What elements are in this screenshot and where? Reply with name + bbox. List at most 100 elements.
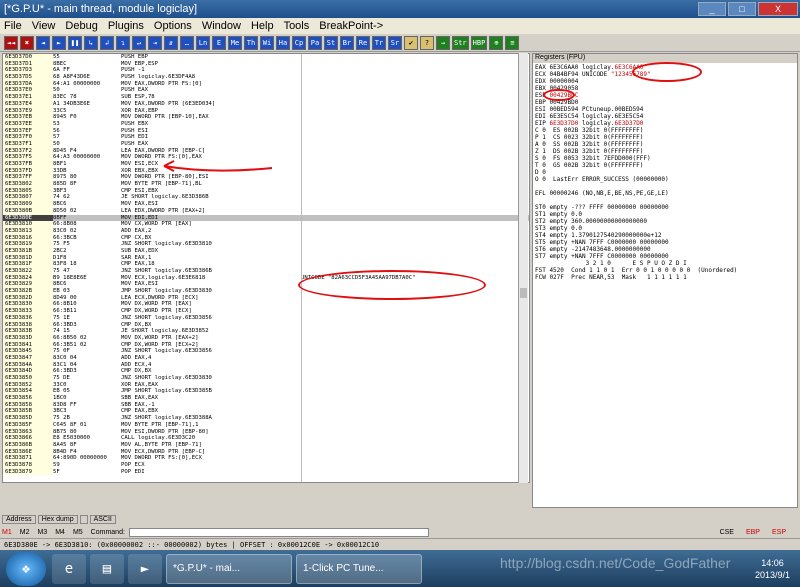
disasm-row[interactable]: 6E3D3830 66:8B10 MOV DX,WORD PTR [EAX] — [3, 301, 529, 309]
disasm-row[interactable]: 6E3D386E 8B4D F4 MOV ECX,DWORD PTR [EBP-C] — [3, 448, 529, 456]
command-input[interactable] — [128, 528, 429, 537]
disasm-row[interactable]: 6E3D3819 75 F5 JNZ SHORT logiclay.6E3D3810 — [3, 241, 529, 248]
flag-line[interactable]: EFL 00000246 (NO,NB,E,BE,NS,PE,GE,LE) — [535, 190, 795, 197]
flag-line[interactable]: ST3 empty 0.0 — [535, 225, 795, 232]
toolbar-window-button-br[interactable]: Br — [340, 35, 354, 50]
disasm-row[interactable]: 6E3D3807 74 62 JE SHORT logiclay.6E3D386B — [3, 194, 529, 202]
disasm-row[interactable]: 6E3D385D 75 2B JNZ SHORT logiclay.6E3D388A — [3, 415, 529, 422]
marker-m2[interactable]: M2 — [20, 529, 30, 536]
disasm-row[interactable]: 6E3D380B 8D50 02 LEA EDX,DWORD PTR [EAX+2] — [3, 207, 529, 215]
toolbar-plugin-button-1[interactable]: ? — [420, 35, 434, 50]
toolbar-plugin-button-2[interactable]: → — [436, 35, 450, 50]
toolbar-plugin-button-0[interactable]: ✔ — [404, 35, 418, 50]
flag-line[interactable]: ST0 empty -??? FFFF 00000000 00000000 — [535, 204, 795, 211]
toolbar-button-7[interactable]: ↴ — [116, 35, 130, 50]
flag-line[interactable] — [535, 197, 795, 204]
menu-item-view[interactable]: View — [32, 20, 56, 32]
disasm-row[interactable]: 6E3D3854 EB 05 JMP SHORT logiclay.6E3D385B — [3, 388, 529, 396]
flag-line[interactable]: P 1 CS 0023 32bit 0(FFFFFFFF) — [535, 134, 795, 141]
flag-line[interactable]: D 0 — [535, 169, 795, 176]
disasm-row[interactable]: 6E3D37EE 53 PUSH EBX — [3, 120, 529, 128]
flag-line[interactable]: ST5 empty +NAN 7FFF C0000000 00000000 — [535, 239, 795, 246]
toolbar-window-button-e[interactable]: E — [212, 35, 226, 50]
flag-line[interactable]: 3 2 1 0 E S P U O Z D I — [535, 260, 795, 267]
taskbar-task-0[interactable]: *G.P.U* - mai... — [166, 553, 292, 584]
folder-icon[interactable]: ▤ — [90, 553, 124, 584]
toolbar-window-button-tr[interactable]: Tr — [372, 35, 386, 50]
register-toggle-ebp[interactable]: EBP — [746, 529, 760, 536]
disasm-row[interactable]: 6E3D3863 8B75 80 MOV ESI,DWORD PTR [EBP-80… — [3, 428, 529, 436]
toolbar-window-button-re[interactable]: Re — [356, 35, 370, 50]
disasm-row[interactable]: 6E3D3856 1BC0 SBB EAX,EAX — [3, 395, 529, 402]
flag-line[interactable]: C 0 ES 002B 32bit 0(FFFFFFFF) — [535, 127, 795, 134]
register-toggle-esp[interactable]: ESP — [772, 529, 786, 536]
disasm-row[interactable]: 6E3D37E9 33C5 XOR EAX,EBP — [3, 107, 529, 115]
disasm-row[interactable]: 6E3D3813 83C0 02 ADD EAX,2 — [3, 227, 529, 235]
toolbar-plugin-button-6[interactable]: ≡ — [505, 35, 520, 50]
disasm-row[interactable]: 6E3D37E0 50 PUSH EAX — [3, 87, 529, 95]
disasm-row[interactable]: 6E3D37EB 8945 F0 MOV DWORD PTR [EBP-10],EA… — [3, 114, 529, 121]
disasm-row[interactable]: 6E3D386B 8A45 8F MOV AL,BYTE PTR [EBP-71] — [3, 441, 529, 449]
disasm-row[interactable]: 6E3D3810 66:8B08 MOV CX,WORD PTR [EAX] — [3, 221, 529, 228]
disasm-row[interactable]: 6E3D37D0 55 PUSH EBP — [3, 54, 529, 61]
disasm-row[interactable]: 6E3D381D D1F8 SAR EAX,1 — [3, 254, 529, 262]
menu-item-options[interactable]: Options — [154, 20, 192, 32]
flag-line[interactable]: FCW 027F Prec NEAR,53 Mask 1 1 1 1 1 1 — [535, 274, 795, 281]
disasm-row[interactable]: 6E3D381F 83F8 18 CMP EAX,18 — [3, 261, 529, 268]
maximize-button[interactable]: □ — [728, 2, 756, 16]
disasm-row[interactable]: 6E3D383D 66:8B50 02 MOV DX,WORD PTR [EAX+2… — [3, 334, 529, 342]
flag-line[interactable]: A 0 SS 002B 32bit 0(FFFFFFFF) — [535, 141, 795, 148]
disasm-row[interactable]: 6E3D37F1 50 PUSH EAX — [3, 140, 529, 148]
toolbar-window-button-sr[interactable]: Sr — [388, 35, 402, 50]
registers-pane[interactable]: Registers (FPU) EAX 6E3C6AA0 logiclay.6E… — [532, 53, 798, 508]
flag-line[interactable]: ST6 empty -2147483648.0000000000 — [535, 246, 795, 253]
media-player-icon[interactable]: ► — [128, 553, 162, 584]
disassembly-scrollbar[interactable] — [518, 53, 528, 483]
disasm-row[interactable]: 6E3D3847 83C0 04 ADD EAX,4 — [3, 354, 529, 362]
disasm-row[interactable]: 6E3D3841 66:3B51 02 CMP DX,WORD PTR [ECX+2… — [3, 341, 529, 349]
toolbar-button-9[interactable]: ⇥ — [148, 35, 162, 50]
disasm-row[interactable]: 6E3D37E1 83EC 78 SUB ESP,78 — [3, 94, 529, 101]
minimize-button[interactable]: _ — [698, 2, 726, 16]
toolbar-window-button-st[interactable]: St — [324, 35, 338, 50]
flag-line[interactable]: FST 4520 Cond 1 1 0 1 Err 0 0 1 0 0 0 0 … — [535, 267, 795, 274]
register-line[interactable]: EIP 6E3D37D0 logiclay.6E3D37D0 — [535, 120, 795, 127]
disasm-row[interactable]: 6E3D3802 885D 8F MOV BYTE PTR [EBP-71],BL — [3, 181, 529, 188]
disasm-row[interactable]: 6E3D3866 E8 E5030000 CALL logiclay.6E3D3C2… — [3, 435, 529, 442]
toolbar-window-button-wi[interactable]: Wi — [260, 35, 274, 50]
flag-line[interactable]: ST4 empty 1.3790127540290000000e+12 — [535, 232, 795, 239]
disasm-row[interactable]: 6E3D385B 3BC3 CMP EAX,EBX — [3, 408, 529, 416]
disasm-row[interactable]: 6E3D3871 64:890D 00000000 MOV DWORD PTR FS… — [3, 455, 529, 462]
toolbar-button-11[interactable]: … — [180, 35, 194, 50]
toolbar-plugin-button-4[interactable]: HBP — [470, 35, 488, 50]
disasm-row[interactable]: 6E3D384A 83C1 04 ADD ECX,4 — [3, 361, 529, 369]
menu-item-window[interactable]: Window — [202, 20, 241, 32]
toolbar-window-button-ln[interactable]: Ln — [196, 35, 210, 50]
register-line[interactable]: EDI 6E3E5C54 logiclay.6E3E5C54 — [535, 113, 795, 120]
menu-item-help[interactable]: Help — [251, 20, 274, 32]
toolbar-window-button-cp[interactable]: Cp — [292, 35, 306, 50]
disasm-row[interactable]: 6E3D385F C645 8F 01 MOV BYTE PTR [EBP-71],… — [3, 421, 529, 429]
disasm-row[interactable]: 6E3D37D1 8BEC MOV EBP,ESP — [3, 60, 529, 68]
disasm-row[interactable]: 6E3D37E4 A1 34DB3E6E MOV EAX,DWORD PTR [6E… — [3, 100, 529, 108]
column-divider[interactable] — [301, 54, 302, 482]
toolbar-button-1[interactable]: ✖ — [20, 35, 34, 50]
start-button[interactable]: ❖ — [6, 551, 46, 586]
menu-item-plugins[interactable]: Plugins — [108, 20, 144, 32]
disasm-row[interactable]: 6E3D37F0 57 PUSH EDI — [3, 134, 529, 141]
disasm-row[interactable]: 6E3D3836 75 1E JNZ SHORT logiclay.6E3D3856 — [3, 314, 529, 322]
clock[interactable]: 14:06 2013/9/1 — [755, 557, 800, 581]
disasm-row[interactable]: 6E3D384D 66:3BD3 CMP DX,BX — [3, 368, 529, 375]
disasm-row[interactable]: 6E3D3838 66:3BD3 CMP DX,BX — [3, 321, 529, 329]
disasm-row[interactable]: 6E3D3805 3BF3 CMP ESI,EBX — [3, 187, 529, 195]
flag-line[interactable]: ST7 empty +NAN 7FFF C0000000 00000000 — [535, 253, 795, 260]
toolbar-window-button-pa[interactable]: Pa — [308, 35, 322, 50]
disasm-row[interactable]: 6E3D3852 33C0 XOR EAX,EAX — [3, 381, 529, 389]
menu-item-breakpoint[interactable]: BreakPoint-> — [319, 20, 383, 32]
toolbar-window-button-ha[interactable]: Ha — [276, 35, 290, 50]
disasm-row[interactable]: 6E3D37EF 56 PUSH ESI — [3, 127, 529, 135]
menu-item-debug[interactable]: Debug — [65, 20, 97, 32]
ie-icon[interactable]: e — [52, 553, 86, 584]
toolbar-button-5[interactable]: ↳ — [84, 35, 98, 50]
flag-line[interactable]: S 0 FS 0053 32bit 7EFDD000(FFF) — [535, 155, 795, 162]
